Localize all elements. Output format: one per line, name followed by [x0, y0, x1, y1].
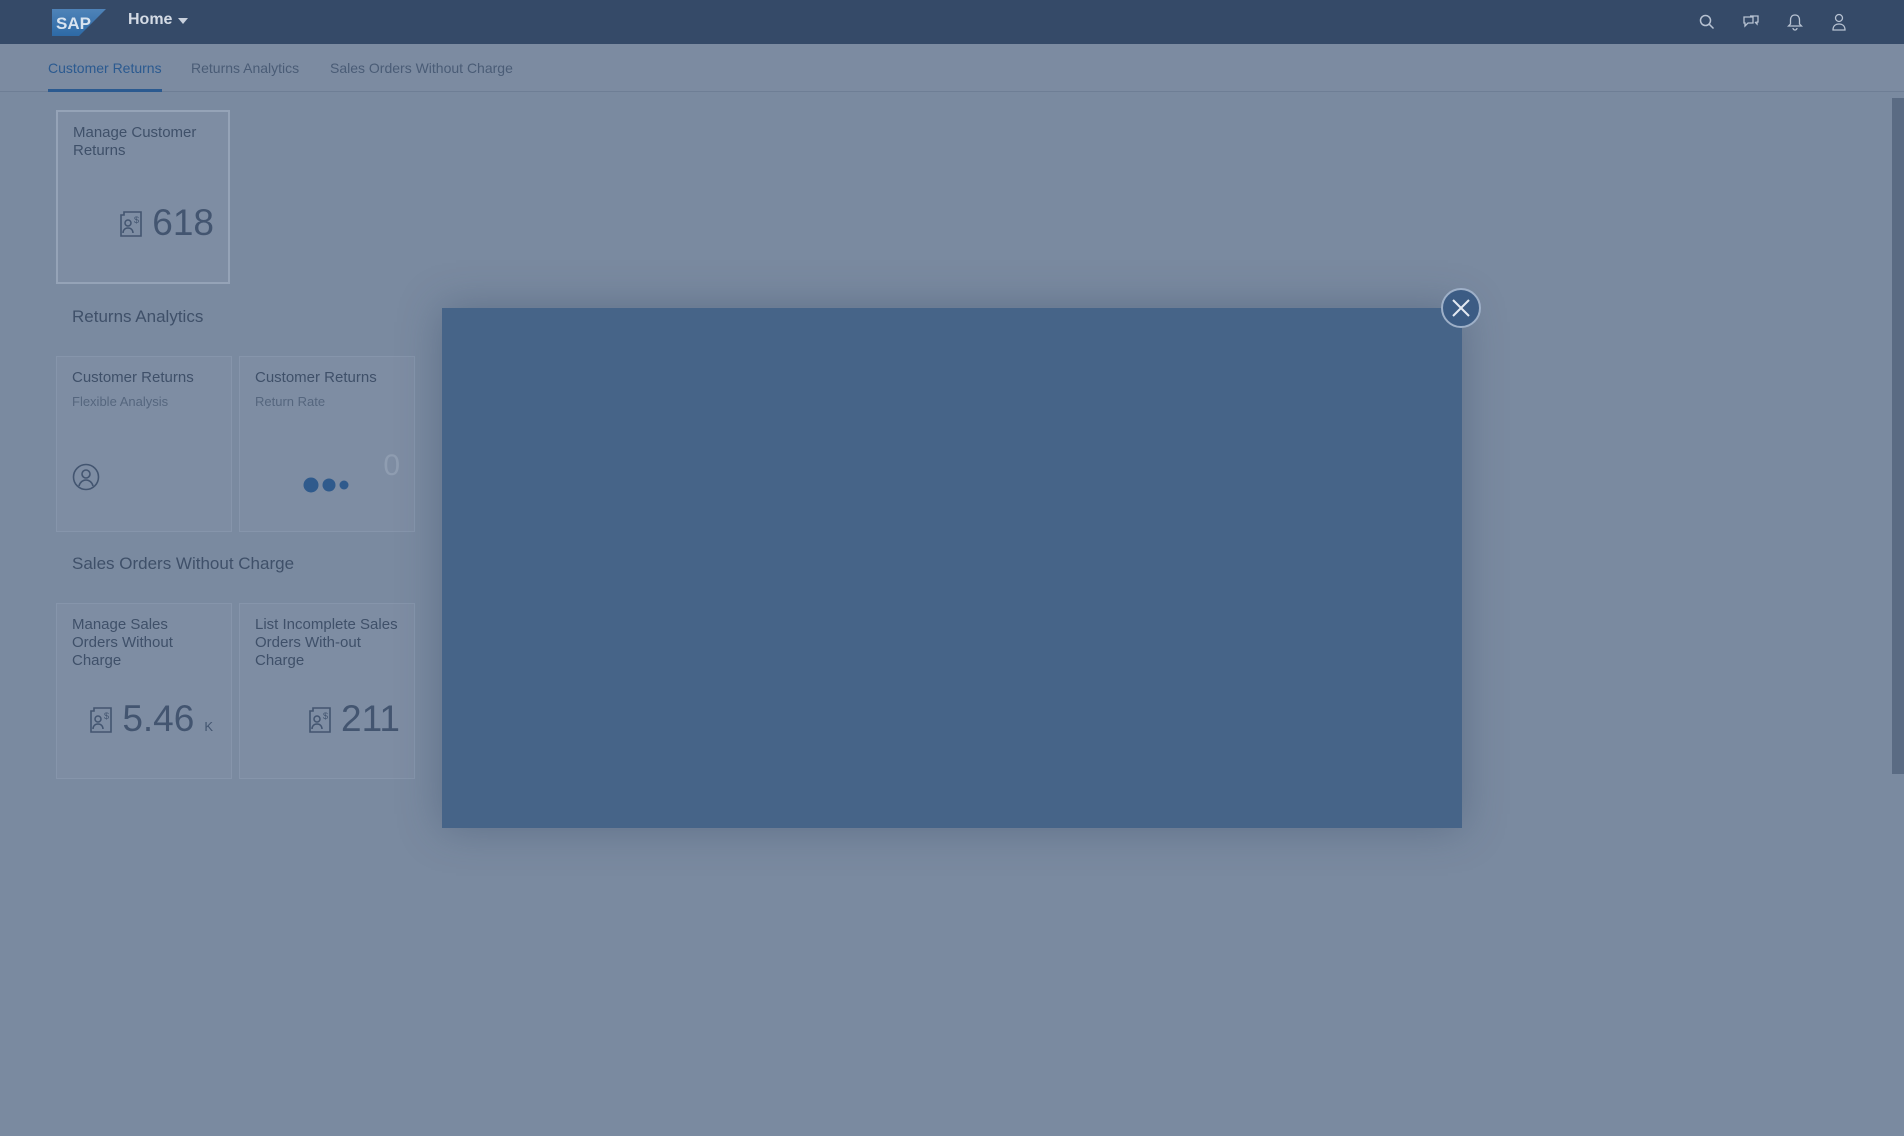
tab-sales-orders-without-charge[interactable]: Sales Orders Without Charge — [330, 44, 513, 92]
kpi-value: 211 — [341, 698, 400, 739]
tile-subtitle: Flexible Analysis — [72, 394, 169, 409]
svg-text:$: $ — [323, 711, 328, 721]
modal-dialog — [442, 308, 1462, 828]
tile-list-incomplete-sales-orders-without-charge[interactable]: List Incomplete Sales Orders With-out Ch… — [239, 603, 415, 779]
tile-title: Customer Returns — [255, 369, 377, 386]
close-icon — [1452, 299, 1470, 317]
tile-customer-returns-flexible-analysis[interactable]: Customer Returns Flexible Analysis — [56, 356, 232, 532]
chat-icon[interactable] — [1740, 11, 1762, 33]
document-money-icon: $ — [120, 211, 143, 237]
svg-text:SAP: SAP — [56, 14, 91, 33]
user-icon[interactable] — [1828, 11, 1850, 33]
caret-down-icon — [178, 18, 189, 24]
kpi-value: 5.46 — [122, 698, 195, 739]
tile-manage-customer-returns[interactable]: Manage Customer Returns $ 618 — [56, 110, 230, 284]
home-menu-label: Home — [128, 11, 173, 28]
scrollbar-thumb[interactable] — [1892, 98, 1904, 774]
loading-dots-icon — [303, 477, 349, 493]
kpi-value-placeholder: 0 — [383, 449, 400, 482]
user-circle-icon — [72, 463, 100, 491]
tile-title: Customer Returns — [72, 369, 194, 386]
tile-manage-sales-orders-without-charge[interactable]: Manage Sales Orders Without Charge $ 5.4… — [56, 603, 232, 779]
svg-text:$: $ — [104, 711, 109, 721]
document-money-icon: $ — [90, 707, 113, 733]
bell-icon[interactable] — [1784, 11, 1806, 33]
svg-text:$: $ — [134, 215, 139, 225]
search-icon[interactable] — [1696, 11, 1718, 33]
tile-title: List Incomplete Sales Orders With-out Ch… — [255, 616, 398, 669]
close-dialog-button[interactable] — [1441, 288, 1481, 328]
tile-customer-returns-return-rate[interactable]: Customer Returns Return Rate 0 — [239, 356, 415, 532]
sap-logo[interactable]: SAP — [52, 9, 106, 36]
tab-returns-analytics[interactable]: Returns Analytics — [191, 44, 299, 92]
group-title-sales-orders-without-charge: Sales Orders Without Charge — [72, 554, 295, 573]
anchor-navigation: Customer Returns Returns Analytics Sales… — [0, 44, 1904, 92]
kpi-unit: K — [204, 719, 213, 734]
shell-header: SAP Home — [0, 0, 1904, 44]
tile-subtitle: Return Rate — [255, 394, 326, 409]
document-money-icon: $ — [309, 707, 331, 733]
tile-title: Manage Sales Orders Without Charge — [72, 616, 173, 669]
tab-customer-returns[interactable]: Customer Returns — [48, 44, 162, 92]
kpi-value: 618 — [152, 202, 214, 243]
tile-title: Manage Customer Returns — [73, 124, 197, 159]
home-menu-button[interactable]: Home — [128, 11, 189, 29]
group-title-returns-analytics: Returns Analytics — [72, 307, 204, 326]
